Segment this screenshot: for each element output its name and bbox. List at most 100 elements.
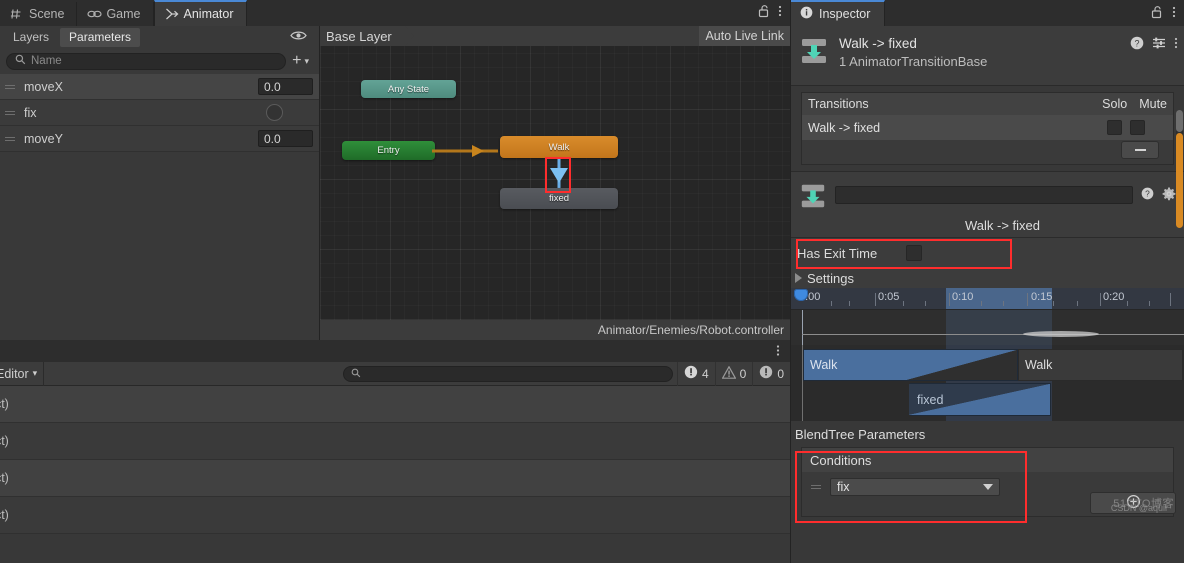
animator-parameters-panel: Layers Parameters Name + ▾ moveX 0.0 fix… — [0, 26, 320, 340]
settings-foldout[interactable]: Settings — [791, 268, 1184, 288]
parameter-search-input[interactable]: Name — [6, 52, 287, 70]
conditions-section: Conditions fix 51CTO博客 CSDN @aquir — [791, 447, 1184, 523]
subtab-layers[interactable]: Layers — [4, 28, 58, 47]
tab-inspector-label: Inspector — [819, 7, 871, 21]
gear-icon[interactable] — [1162, 187, 1176, 204]
blend-track-dest-fixed[interactable]: fixed fixed — [909, 383, 1051, 416]
kebab-menu-icon[interactable] — [1172, 5, 1176, 22]
auto-live-link-button[interactable]: Auto Live Link — [699, 26, 790, 46]
console-search-input[interactable] — [342, 365, 673, 382]
console-warning-count-label: 0 — [739, 366, 747, 381]
warning-icon — [721, 365, 737, 382]
tab-game-label: Game — [106, 7, 141, 21]
inspector-scrollbar-thumb-top[interactable] — [1176, 110, 1183, 132]
blendtree-parameters-row: BlendTree Parameters — [791, 421, 1184, 447]
console-log-text: ect) — [0, 508, 9, 522]
state-node-fixed[interactable]: fixed — [500, 188, 618, 209]
eye-icon[interactable] — [290, 29, 307, 45]
breadcrumb[interactable]: Base Layer Auto Live Link — [320, 26, 790, 46]
inspector-panel: Inspector Walk -> fixed 1 AnimatorTransi… — [790, 0, 1184, 563]
tab-game[interactable]: Game — [77, 2, 154, 26]
has-exit-time-row[interactable]: Has Exit Time — [791, 238, 1184, 268]
info-icon — [759, 365, 773, 382]
transition-mute-checkbox[interactable] — [1130, 120, 1145, 135]
kebab-menu-icon[interactable] — [1174, 36, 1178, 53]
transition-solo-checkbox[interactable] — [1107, 120, 1122, 135]
tab-inspector[interactable]: Inspector — [791, 0, 886, 26]
parameter-value-field[interactable]: 0.0 — [258, 78, 313, 95]
preset-icon[interactable] — [1152, 36, 1166, 53]
state-machine-canvas[interactable]: Any State Entry Walk fixed — [320, 46, 790, 320]
layers-parameters-tabbar: Layers Parameters — [0, 26, 319, 48]
console-window: Editor ▾ 4 0 0 t) t) t) t) — [0, 340, 790, 563]
parameter-bool-toggle[interactable] — [266, 104, 283, 121]
state-node-walk[interactable]: Walk — [500, 136, 618, 158]
state-node-any-state[interactable]: Any State — [361, 80, 456, 98]
console-filter-dropdown[interactable]: Editor ▾ — [0, 361, 45, 386]
add-parameter-button[interactable]: + ▾ — [292, 52, 313, 70]
tab-animator-label: Animator — [183, 7, 234, 21]
parameter-row-movex[interactable]: moveX 0.0 — [0, 74, 319, 100]
parameter-row-fix[interactable]: fix — [0, 100, 319, 126]
kebab-menu-icon[interactable] — [776, 344, 780, 360]
console-log-text: ect) — [0, 397, 9, 411]
animator-tab-bar: Scene Game Animator — [0, 0, 790, 26]
parameter-search-placeholder: Name — [31, 55, 62, 67]
grid-icon — [10, 7, 24, 21]
subtab-layers-label: Layers — [13, 30, 50, 44]
tab-scene[interactable]: Scene — [0, 2, 78, 26]
blend-track-label: Walk — [1025, 358, 1053, 372]
drag-handle-icon[interactable] — [4, 107, 16, 119]
timeline-ruler[interactable]: 0:00 0:05 0:10 0:15 0:20 — [791, 288, 1184, 310]
minus-icon — [1134, 149, 1146, 151]
transition-arrow-entry-walk[interactable] — [432, 142, 504, 160]
kebab-menu-icon[interactable] — [778, 4, 782, 21]
transition-arrow-walk-fixed[interactable] — [547, 158, 571, 192]
lock-open-icon[interactable] — [1151, 5, 1163, 22]
help-icon[interactable]: ? — [1130, 36, 1144, 53]
transitions-header-label: Transitions — [808, 97, 869, 111]
drag-handle-icon[interactable] — [4, 133, 16, 145]
parameter-row-movey[interactable]: moveY 0.0 — [0, 126, 319, 152]
timeline-tick-label: 0:10 — [952, 291, 974, 303]
subtab-parameters[interactable]: Parameters — [60, 27, 141, 47]
blend-track-source-walk[interactable]: Walk — [803, 349, 1018, 381]
transition-detail-box: ? Walk -> fixed — [791, 172, 1184, 237]
unity-editor-window: Scene Game Animator Layers Parameters Na… — [0, 0, 1184, 563]
console-error-count[interactable]: 4 — [676, 361, 715, 386]
help-icon[interactable]: ? — [1141, 187, 1154, 203]
solo-column-label: Solo — [1102, 97, 1128, 111]
console-log-row[interactable]: ect) — [0, 497, 790, 534]
exit-time-settings-group: Has Exit Time Settings — [791, 238, 1184, 288]
condition-parameter-dropdown[interactable]: fix — [830, 478, 1000, 496]
inspector-subtitle: 1 AnimatorTransitionBase — [839, 54, 988, 69]
transition-timeline[interactable]: 0:00 0:05 0:10 0:15 0:20 — [791, 288, 1184, 345]
transition-list-item[interactable]: Walk -> fixed — [802, 115, 1173, 140]
timeline-curve-area[interactable] — [791, 310, 1184, 345]
drag-handle-icon[interactable] — [4, 81, 16, 93]
parameter-value-field[interactable]: 0.0 — [258, 130, 313, 147]
state-node-entry[interactable]: Entry — [342, 141, 435, 160]
console-tab-strip — [0, 340, 790, 362]
console-warning-count[interactable]: 0 — [714, 361, 753, 386]
inspector-scrollbar-thumb[interactable] — [1176, 133, 1183, 228]
tab-animator[interactable]: Animator — [153, 0, 247, 26]
remove-transition-button[interactable] — [1121, 141, 1159, 159]
timeline-curve-line — [802, 334, 1184, 335]
console-info-count[interactable]: 0 — [752, 361, 790, 386]
has-exit-time-checkbox[interactable] — [906, 245, 923, 261]
console-log-row[interactable]: ect) — [0, 460, 790, 497]
info-icon — [800, 6, 813, 22]
console-log-row[interactable]: ect) — [0, 386, 790, 423]
conditions-header-label: Conditions — [810, 452, 872, 468]
chevron-down-icon: ▾ — [304, 55, 309, 66]
console-log-row[interactable]: ect) — [0, 423, 790, 460]
chevron-down-icon: ▾ — [32, 368, 38, 378]
transition-icon — [799, 182, 827, 210]
drag-handle-icon[interactable] — [810, 481, 822, 493]
blend-track-tail-walk[interactable]: Walk — [1018, 349, 1183, 381]
transition-name-field[interactable] — [835, 186, 1133, 204]
condition-parameter-label: fix — [837, 480, 850, 494]
lock-open-icon[interactable] — [758, 4, 770, 21]
transition-blend-tracks[interactable]: Walk Walk fixed fixed — [791, 345, 1184, 421]
